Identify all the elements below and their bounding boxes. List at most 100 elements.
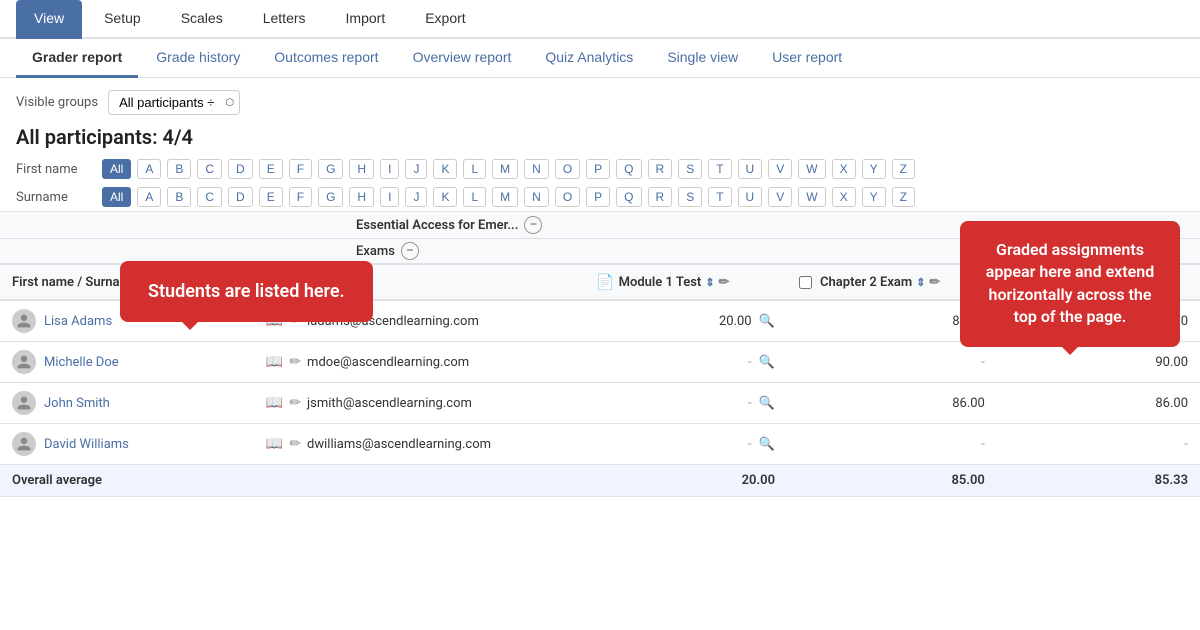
surname-alpha-w[interactable]: W <box>798 187 825 207</box>
grade-ch2-value: 86.00 <box>952 396 985 411</box>
firstname-alpha-c[interactable]: C <box>197 159 222 179</box>
firstname-alpha-a[interactable]: A <box>137 159 161 179</box>
sort-mod1-icon[interactable]: ⇕ <box>705 276 714 289</box>
firstname-alpha-j[interactable]: J <box>405 159 427 179</box>
magnify-icon[interactable]: 🔍 <box>759 314 775 329</box>
sub-nav-outcomes-report[interactable]: Outcomes report <box>258 39 394 78</box>
surname-alpha-b[interactable]: B <box>167 187 191 207</box>
firstname-alpha-l[interactable]: L <box>463 159 486 179</box>
firstname-alpha-r[interactable]: R <box>648 159 673 179</box>
sub-nav-grade-history[interactable]: Grade history <box>140 39 256 78</box>
book-icon[interactable]: 📖 <box>266 354 283 370</box>
surname-alpha-n[interactable]: N <box>524 187 549 207</box>
top-nav-export[interactable]: Export <box>407 0 483 39</box>
surname-alpha-d[interactable]: D <box>228 187 253 207</box>
sub-nav-grader-report[interactable]: Grader report <box>16 39 138 78</box>
surname-alpha-o[interactable]: O <box>555 187 580 207</box>
surname-alpha-g[interactable]: G <box>318 187 343 207</box>
student-name-link[interactable]: David Williams <box>44 437 129 452</box>
exams-collapse-btn[interactable]: − <box>401 242 419 260</box>
surname-alpha-y[interactable]: Y <box>862 187 886 207</box>
magnify-icon[interactable]: 🔍 <box>759 355 775 370</box>
surname-alpha-c[interactable]: C <box>197 187 222 207</box>
grade-mod1-cell: - 🔍 <box>584 342 787 383</box>
surname-alpha-z[interactable]: Z <box>892 187 915 207</box>
surname-alpha-s[interactable]: S <box>678 187 702 207</box>
firstname-alpha-e[interactable]: E <box>259 159 283 179</box>
firstname-alpha-m[interactable]: M <box>492 159 518 179</box>
surname-alpha-t[interactable]: T <box>708 187 731 207</box>
firstname-alpha-i[interactable]: I <box>380 159 399 179</box>
firstname-alpha-w[interactable]: W <box>798 159 825 179</box>
firstname-alpha-p[interactable]: P <box>586 159 610 179</box>
sub-nav-single-view[interactable]: Single view <box>651 39 754 78</box>
ch2-checkbox[interactable] <box>799 276 812 289</box>
surname-alpha-f[interactable]: F <box>289 187 312 207</box>
surname-alpha-all[interactable]: All <box>102 187 131 207</box>
sort-ch2-icon[interactable]: ⇕ <box>916 276 925 289</box>
participants-select-wrapper[interactable]: All participants ÷ <box>108 90 240 115</box>
top-nav-import[interactable]: Import <box>328 0 404 39</box>
avatar <box>12 391 36 415</box>
surname-alpha-p[interactable]: P <box>586 187 610 207</box>
sub-nav-overview-report[interactable]: Overview report <box>397 39 528 78</box>
firstname-alpha-b[interactable]: B <box>167 159 191 179</box>
surname-alpha-j[interactable]: J <box>405 187 427 207</box>
surname-alpha-k[interactable]: K <box>433 187 457 207</box>
grade-ch2-cell: 86.00 <box>787 383 997 424</box>
firstname-alpha-h[interactable]: H <box>349 159 374 179</box>
magnify-icon[interactable]: 🔍 <box>759 437 775 452</box>
firstname-alpha-s[interactable]: S <box>678 159 702 179</box>
surname-alpha-h[interactable]: H <box>349 187 374 207</box>
student-name-link[interactable]: John Smith <box>44 396 110 411</box>
firstname-alpha-g[interactable]: G <box>318 159 343 179</box>
top-nav-setup[interactable]: Setup <box>86 0 159 39</box>
sub-nav-quiz-analytics[interactable]: Quiz Analytics <box>529 39 649 78</box>
firstname-alpha-o[interactable]: O <box>555 159 580 179</box>
firstname-alpha-y[interactable]: Y <box>862 159 886 179</box>
book-icon[interactable]: 📖 <box>266 436 283 452</box>
book-icon[interactable]: 📖 <box>266 395 283 411</box>
sub-nav-user-report[interactable]: User report <box>756 39 858 78</box>
surname-alpha-x[interactable]: X <box>832 187 856 207</box>
top-nav-letters[interactable]: Letters <box>245 0 324 39</box>
surname-alpha-v[interactable]: V <box>768 187 792 207</box>
firstname-alpha-z[interactable]: Z <box>892 159 915 179</box>
participant-count: All participants: 4/4 <box>0 121 1200 155</box>
firstname-alpha-f[interactable]: F <box>289 159 312 179</box>
firstname-label: First name <box>16 162 96 177</box>
edit-student-icon[interactable]: ✏ <box>289 436 301 452</box>
firstname-alpha-n[interactable]: N <box>524 159 549 179</box>
edit-student-icon[interactable]: ✏ <box>289 395 301 411</box>
surname-alpha-q[interactable]: Q <box>616 187 641 207</box>
firstname-alpha-all[interactable]: All <box>102 159 131 179</box>
surname-alpha-m[interactable]: M <box>492 187 518 207</box>
top-nav-view[interactable]: View <box>16 0 82 39</box>
surname-alpha-i[interactable]: I <box>380 187 399 207</box>
participants-select[interactable]: All participants ÷ <box>108 90 240 115</box>
student-name-link[interactable]: Michelle Doe <box>44 355 119 370</box>
category-collapse-btn[interactable]: − <box>524 216 542 234</box>
edit-ch2-icon[interactable]: ✏ <box>929 275 940 290</box>
firstname-alpha-d[interactable]: D <box>228 159 253 179</box>
firstname-alpha-x[interactable]: X <box>832 159 856 179</box>
grade-mod1-value: - <box>748 355 752 370</box>
surname-alpha-r[interactable]: R <box>648 187 673 207</box>
student-email: jsmith@ascendlearning.com <box>307 396 472 411</box>
overall-ch2: 85.00 <box>787 465 997 497</box>
surname-alpha-u[interactable]: U <box>738 187 763 207</box>
top-nav-scales[interactable]: Scales <box>163 0 241 39</box>
surname-alpha-a[interactable]: A <box>137 187 161 207</box>
edit-mod1-icon[interactable]: ✏ <box>719 275 730 290</box>
surname-alpha-e[interactable]: E <box>259 187 283 207</box>
magnify-icon[interactable]: 🔍 <box>759 396 775 411</box>
firstname-alpha-q[interactable]: Q <box>616 159 641 179</box>
student-name-link[interactable]: Lisa Adams <box>44 314 112 329</box>
edit-student-icon[interactable]: ✏ <box>289 354 301 370</box>
firstname-alpha-k[interactable]: K <box>433 159 457 179</box>
firstname-alpha-v[interactable]: V <box>768 159 792 179</box>
firstname-alpha-t[interactable]: T <box>708 159 731 179</box>
student-email: dwilliams@ascendlearning.com <box>307 437 491 452</box>
surname-alpha-l[interactable]: L <box>463 187 486 207</box>
firstname-alpha-u[interactable]: U <box>738 159 763 179</box>
